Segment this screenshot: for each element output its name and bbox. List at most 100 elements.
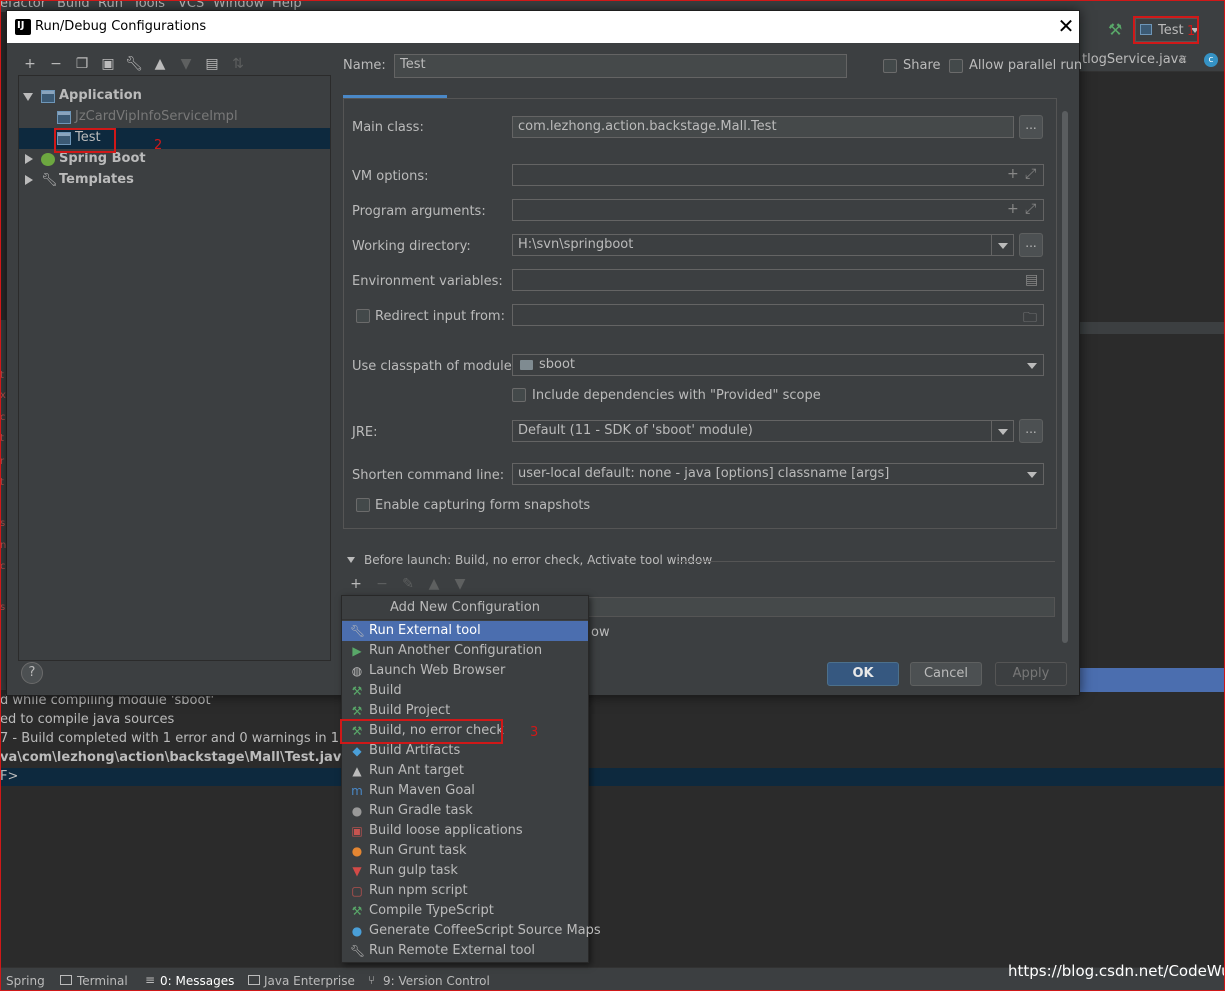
redirect-input-field[interactable] (512, 304, 1044, 326)
popup-item[interactable]: m Run Maven Goal (342, 781, 588, 801)
strip-char: s (0, 518, 6, 529)
close-button[interactable]: ✕ (1055, 15, 1077, 37)
message-line[interactable]: 7 - Build completed with 1 error and 0 w… (0, 731, 379, 746)
tree-node-application[interactable]: Application (19, 86, 330, 107)
chevron-down-icon[interactable] (1021, 355, 1043, 375)
sort-icon[interactable]: ⇅ (229, 55, 247, 73)
popup-item[interactable]: ◍ Launch Web Browser (342, 661, 588, 681)
environment-variables-field[interactable] (512, 269, 1044, 291)
expand-field-icon[interactable]: ⤢ (1025, 166, 1036, 182)
chevron-down-icon[interactable] (1021, 464, 1043, 484)
spring-boot-icon (41, 153, 55, 166)
shorten-command-combo[interactable]: user-local default: none - java [options… (512, 463, 1044, 485)
popup-item[interactable]: ◆ Build Artifacts (342, 741, 588, 761)
tab-terminal[interactable]: Terminal (77, 974, 128, 988)
folder-icon[interactable]: 🗀︎ (1023, 307, 1037, 331)
popup-item-label: Run Gradle task (369, 803, 473, 818)
expand-icon[interactable] (25, 175, 33, 185)
remove-icon[interactable]: − (47, 55, 65, 73)
capture-snapshots-checkbox[interactable] (356, 498, 370, 512)
popup-item[interactable]: ⚒ Build (342, 681, 588, 701)
popup-item[interactable]: ▢ Run npm script (342, 881, 588, 901)
popup-item[interactable]: ▲ Run Ant target (342, 761, 588, 781)
popup-item[interactable]: ▶ Run Another Configuration (342, 641, 588, 661)
marker-3: 3 (530, 725, 539, 740)
popup-item[interactable]: 🔧︎ Run External tool (342, 621, 588, 641)
tree-label: Templates (59, 172, 134, 187)
tab-messages[interactable]: 0: Messages (160, 974, 234, 988)
message-line[interactable]: va\com\lezhong\action\backstage\Mall\Tes… (0, 750, 350, 765)
collapse-icon[interactable] (347, 557, 355, 563)
message-line[interactable]: F> (0, 769, 18, 784)
move-up-icon[interactable]: ▲ (425, 575, 443, 593)
allow-parallel-checkbox[interactable] (949, 59, 963, 73)
popup-item[interactable]: ▼ Run gulp task (342, 861, 588, 881)
redirect-input-label: Redirect input from: (375, 309, 505, 324)
main-class-field[interactable]: com.lezhong.action.backstage.Mall.Test (512, 116, 1014, 138)
browse-main-class-button[interactable]: ... (1019, 115, 1043, 139)
popup-title: Add New Configuration (342, 596, 588, 620)
help-button[interactable]: ? (21, 662, 43, 684)
vm-options-field[interactable] (512, 164, 1044, 186)
move-up-icon[interactable]: ▲ (151, 55, 169, 73)
move-down-icon[interactable]: ▼ (451, 575, 469, 593)
wrench-icon[interactable]: 🔧︎ (125, 55, 143, 73)
share-checkbox[interactable] (883, 59, 897, 73)
expand-field-icon[interactable]: ⤢ (1025, 201, 1036, 217)
plus-icon[interactable]: + (1007, 166, 1019, 182)
name-field[interactable]: Test (394, 54, 847, 78)
dialog-titlebar[interactable]: Run/Debug Configurations ✕ (7, 11, 1079, 43)
popup-item-label: Compile TypeScript (369, 903, 494, 918)
ellipsis-text: ... (1025, 422, 1037, 436)
expand-icon[interactable] (23, 93, 33, 101)
selected-message-row[interactable] (0, 768, 1225, 786)
cancel-button[interactable]: Cancel (910, 662, 982, 686)
allow-parallel-label: Allow parallel run (969, 58, 1083, 73)
copy-icon[interactable]: ❐ (73, 55, 91, 73)
editor-area[interactable] (1080, 72, 1225, 322)
expand-icon[interactable] (25, 154, 33, 164)
working-directory-value: H:\svn\springboot (518, 237, 634, 252)
remove-icon[interactable]: − (373, 575, 391, 593)
share-label: Share (903, 58, 941, 73)
close-icon[interactable]: × (1178, 52, 1188, 66)
strip-char: s (0, 602, 6, 613)
popup-item[interactable]: ● Generate CoffeeScript Source Maps (342, 921, 601, 941)
chevron-down-icon[interactable] (991, 421, 1013, 441)
include-dependencies-checkbox[interactable] (512, 388, 526, 402)
scrollbar-thumb[interactable] (1062, 111, 1068, 643)
ok-button[interactable]: OK (827, 662, 899, 686)
help-text: ? (28, 665, 36, 680)
redirect-input-checkbox[interactable] (356, 309, 370, 323)
tab-java-enterprise[interactable]: Java Enterprise (264, 974, 355, 988)
folder-icon[interactable]: ▤ (203, 55, 221, 73)
program-arguments-field[interactable] (512, 199, 1044, 221)
plus-icon[interactable]: + (1007, 201, 1019, 217)
popup-item[interactable]: 🔧︎ Run Remote External tool (342, 941, 588, 961)
popup-item[interactable]: ⚒ Build Project (342, 701, 588, 721)
popup-item[interactable]: ⚒ Compile TypeScript (342, 901, 588, 921)
jre-combo[interactable]: Default (11 - SDK of 'sboot' module) (512, 420, 1014, 442)
browse-jre-button[interactable]: ... (1019, 419, 1043, 443)
document-icon[interactable]: ▤ (1025, 272, 1038, 288)
popup-item[interactable]: ● Run Grunt task (342, 841, 588, 861)
save-icon[interactable]: ▣ (99, 55, 117, 73)
editor-tab-label[interactable]: tlogService.java (1082, 52, 1186, 67)
tab-spring[interactable]: Spring (6, 974, 45, 988)
edit-icon[interactable]: ✎ (399, 575, 417, 593)
chevron-down-icon[interactable] (991, 235, 1013, 255)
tree-node-jzcard[interactable]: JzCardVipInfoServiceImpl (19, 107, 330, 128)
message-line[interactable]: ed to compile java sources (0, 712, 174, 727)
move-down-icon[interactable]: ▼ (177, 55, 195, 73)
browse-working-dir-button[interactable]: ... (1019, 233, 1043, 257)
working-directory-combo[interactable]: H:\svn\springboot (512, 234, 1014, 256)
tab-version-control[interactable]: 9: Version Control (383, 974, 490, 988)
add-icon[interactable]: + (21, 55, 39, 73)
tree-node-templates[interactable]: 🔧︎ Templates (19, 170, 330, 191)
add-icon[interactable]: + (347, 575, 365, 593)
hammer-icon[interactable]: ⚒ (1108, 20, 1122, 39)
popup-item[interactable]: ● Run Gradle task (342, 801, 588, 821)
popup-item[interactable]: ▣ Build loose applications (342, 821, 588, 841)
apply-button[interactable]: Apply (995, 662, 1067, 686)
classpath-module-combo[interactable]: sboot (512, 354, 1044, 376)
